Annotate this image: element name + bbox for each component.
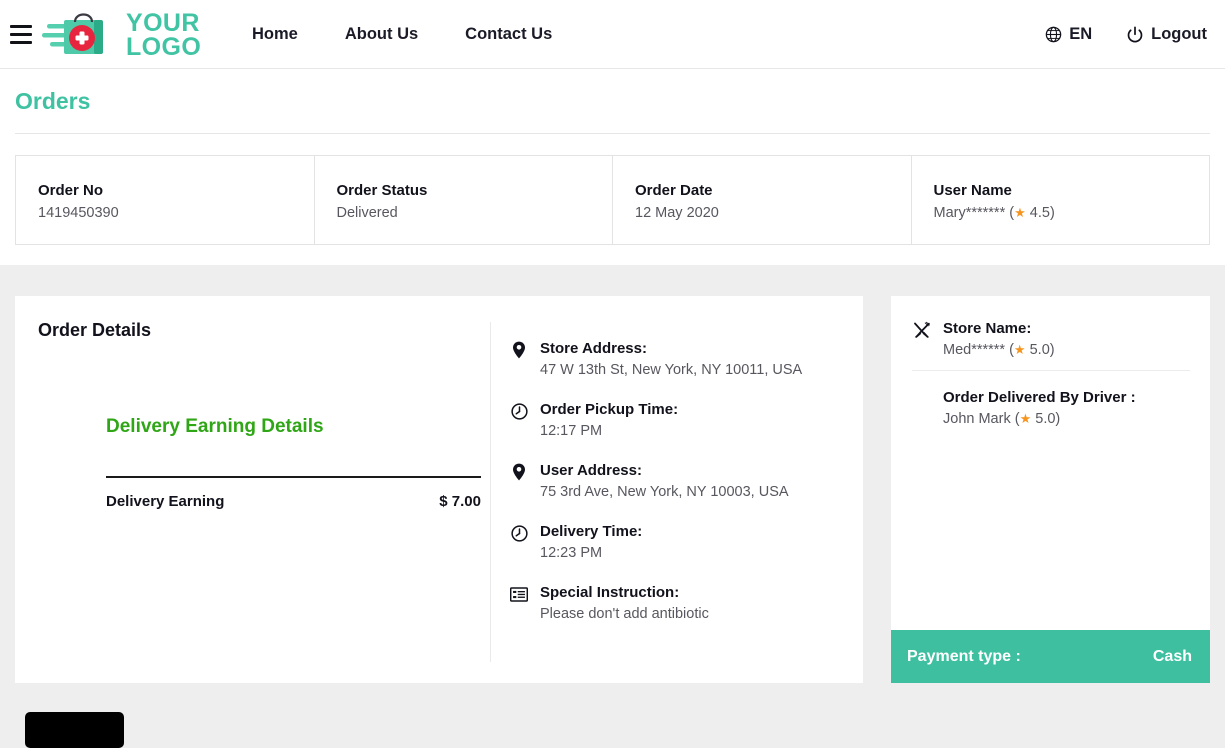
order-info-list: Store Address: 47 W 13th St, New York, N… — [510, 340, 850, 622]
earning-row-value: $ 7.00 — [439, 493, 481, 510]
summary-value: 12 May 2020 — [635, 205, 719, 221]
logout-button[interactable]: Logout — [1126, 25, 1207, 44]
logout-label: Logout — [1151, 25, 1207, 43]
hamburger-icon[interactable] — [10, 25, 32, 44]
header-actions: EN Logout — [1045, 0, 1207, 69]
info-item-text: Store Address: 47 W 13th St, New York, N… — [540, 340, 802, 378]
info-item-text: Special Instruction: Please don't add an… — [540, 584, 709, 622]
store-info-block: Store Name: Med****** (★ 5.0) — [913, 320, 1191, 358]
user-name-text: Mary******* ( — [933, 205, 1015, 221]
map-pin-icon — [510, 463, 528, 481]
store-rating: 5.0 — [1029, 342, 1050, 358]
nav-item-about-us[interactable]: About Us — [345, 25, 418, 44]
globe-icon — [1045, 26, 1062, 43]
payment-type-label: Payment type : — [907, 647, 1021, 665]
info-value: 75 3rd Ave, New York, NY 10003, USA — [540, 484, 789, 500]
driver-rating: 5.0 — [1035, 411, 1056, 427]
cutlery-icon — [913, 321, 931, 339]
clock-icon — [510, 524, 528, 542]
info-item-text: Delivery Time: 12:23 PM — [540, 523, 642, 561]
info-label: Order Pickup Time: — [540, 401, 679, 418]
summary-value: 1419450390 — [38, 205, 119, 221]
summary-label: Order No — [38, 182, 104, 199]
info-label: Special Instruction: — [540, 584, 680, 601]
delivery-earning-block: Delivery Earning Details Delivery Earnin… — [106, 416, 481, 510]
summary-label: Order Status — [336, 182, 428, 199]
store-name-text: Med****** ( — [943, 342, 1014, 358]
clock-icon — [510, 402, 528, 420]
power-icon — [1126, 25, 1144, 44]
earning-row: Delivery Earning $ 7.00 — [106, 493, 481, 510]
info-item-special-instruction: Special Instruction: Please don't add an… — [510, 584, 850, 622]
info-value: Please don't add antibiotic — [540, 606, 709, 622]
page-title: Orders — [15, 88, 91, 114]
order-details-card: Order Details Delivery Earning Details D… — [15, 296, 863, 683]
info-value: 47 W 13th St, New York, NY 10011, USA — [540, 362, 803, 378]
star-icon: ★ — [1013, 342, 1026, 357]
panel-divider — [912, 370, 1190, 371]
summary-value: Mary******* (★ 4.5) — [934, 205, 1210, 221]
info-label: Delivery Time: — [540, 523, 643, 540]
driver-label: Order Delivered By Driver : — [943, 389, 1136, 406]
bottom-action-button[interactable] — [25, 712, 124, 748]
vertical-divider — [490, 322, 491, 662]
summary-cell-user-name: User Name Mary******* (★ 4.5) — [912, 156, 1210, 244]
nav-item-home[interactable]: Home — [252, 25, 298, 44]
info-value: 12:17 PM — [540, 423, 603, 439]
driver-name-suffix: ) — [1055, 411, 1061, 427]
driver-name-text: John Mark ( — [943, 411, 1020, 427]
hamburger-bar — [10, 25, 32, 28]
title-divider — [15, 133, 1210, 134]
map-pin-icon — [510, 341, 528, 359]
list-icon — [510, 585, 528, 603]
store-driver-card: Store Name: Med****** (★ 5.0) Order Deli… — [891, 296, 1210, 683]
logo-text-line2: LOGO — [126, 32, 202, 61]
language-label: EN — [1069, 25, 1093, 43]
user-name-suffix: ) — [1049, 205, 1055, 221]
user-rating: 4.5 — [1029, 205, 1050, 221]
hamburger-bar — [10, 33, 32, 36]
site-logo[interactable]: YOUR LOGO — [42, 7, 201, 62]
info-label: User Address: — [540, 462, 642, 479]
info-item-delivery-time: Delivery Time: 12:23 PM — [510, 523, 850, 561]
info-label: Store Address: — [540, 340, 647, 357]
payment-type-bar: Payment type : Cash — [891, 630, 1210, 683]
store-name-suffix: ) — [1049, 342, 1055, 358]
logo-text: YOUR LOGO — [126, 8, 202, 61]
language-selector[interactable]: EN — [1045, 25, 1092, 44]
main-nav: Home About Us Contact Us — [252, 0, 552, 69]
info-item-user-address: User Address: 75 3rd Ave, New York, NY 1… — [510, 462, 850, 500]
star-icon: ★ — [1014, 205, 1026, 220]
store-info-text: Store Name: Med****** (★ 5.0) — [943, 320, 1055, 358]
driver-info-block: Order Delivered By Driver : John Mark (★… — [943, 389, 1191, 427]
store-name-label: Store Name: — [943, 320, 1032, 337]
earning-row-label: Delivery Earning — [106, 493, 225, 510]
payment-type-value: Cash — [1152, 647, 1192, 665]
earning-divider — [106, 476, 481, 478]
info-item-text: Order Pickup Time: 12:17 PM — [540, 401, 678, 439]
summary-cell-order-no: Order No 1419450390 — [16, 156, 315, 244]
info-item-store-address: Store Address: 47 W 13th St, New York, N… — [510, 340, 850, 378]
top-header: YOUR LOGO Home About Us Contact Us EN Lo… — [0, 0, 1225, 69]
order-summary-card: Order No 1419450390 Order Status Deliver… — [15, 155, 1210, 245]
summary-label: Order Date — [635, 182, 713, 199]
summary-cell-order-date: Order Date 12 May 2020 — [613, 156, 912, 244]
summary-value: Delivered — [336, 205, 398, 221]
logo-bag-icon — [42, 8, 118, 62]
info-item-text: User Address: 75 3rd Ave, New York, NY 1… — [540, 462, 789, 500]
summary-cell-order-status: Order Status Delivered — [315, 156, 613, 244]
summary-label: User Name — [933, 182, 1012, 199]
store-name-value: Med****** (★ 5.0) — [943, 342, 1055, 358]
star-icon: ★ — [1019, 411, 1032, 426]
hamburger-bar — [10, 41, 32, 44]
info-value: 12:23 PM — [540, 545, 603, 561]
nav-item-contact-us[interactable]: Contact Us — [465, 25, 552, 44]
logo-text-line1: YOUR — [126, 8, 200, 37]
delivery-earning-title: Delivery Earning Details — [106, 416, 324, 437]
order-details-title: Order Details — [38, 320, 152, 340]
info-item-order-pickup-time: Order Pickup Time: 12:17 PM — [510, 401, 850, 439]
driver-value: John Mark (★ 5.0) — [943, 411, 1191, 427]
